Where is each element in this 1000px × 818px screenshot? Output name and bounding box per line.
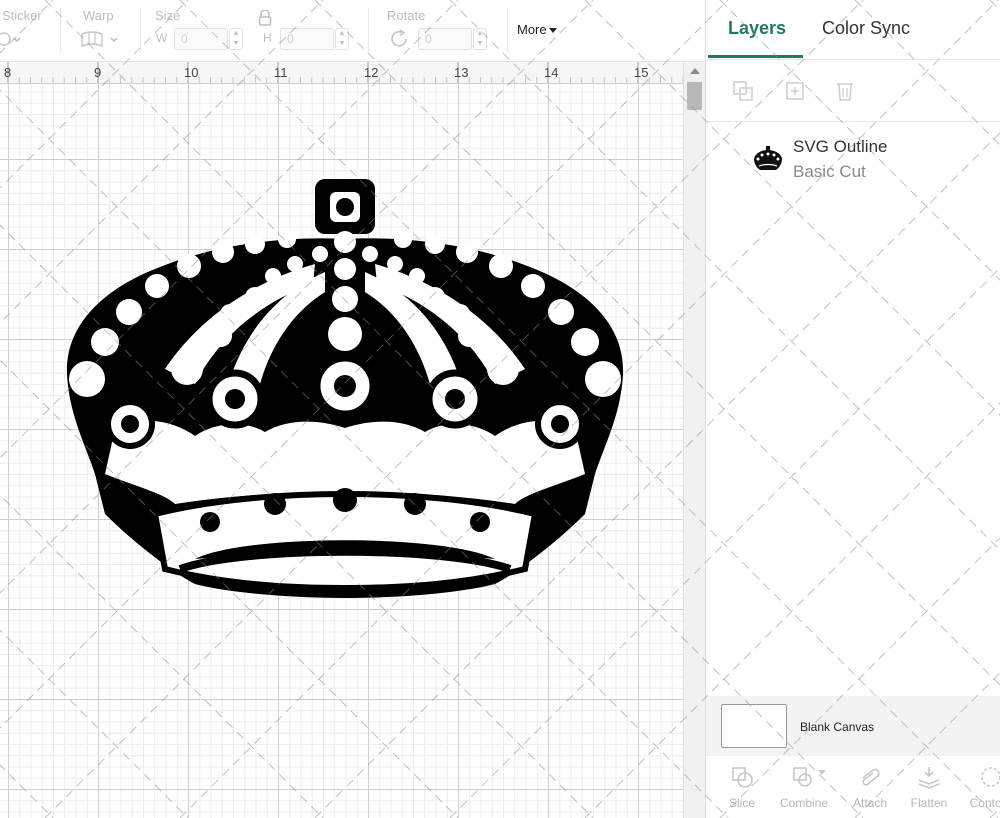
ruler-number: 13 [454, 65, 469, 80]
lock-icon[interactable] [258, 10, 272, 26]
trash-icon[interactable] [832, 78, 858, 104]
combine-icon [793, 767, 812, 787]
design-canvas[interactable] [0, 84, 683, 818]
layer-actions-bar [706, 60, 1000, 122]
scroll-thumb[interactable] [687, 82, 702, 110]
scroll-up-arrow-icon[interactable] [690, 68, 700, 74]
tab-layers[interactable]: Layers [728, 18, 786, 39]
flatten-icon [918, 767, 940, 789]
warp-icon[interactable] [80, 30, 122, 50]
crown-thumbnail-icon [754, 146, 782, 170]
layer-name: SVG Outline [793, 137, 888, 156]
slice-icon [732, 767, 753, 788]
crown-design[interactable] [45, 174, 645, 624]
height-prefix: H [263, 31, 272, 45]
width-stepper[interactable]: ▲ ▼ [229, 28, 243, 50]
rotate-input[interactable]: 0 [418, 28, 472, 50]
sticker-group: Sticker [0, 0, 60, 62]
width-input[interactable]: 0 [174, 28, 228, 50]
edit-toolbar: Sticker Warp Size W 0 ▲▼ H 0 ▲▼ Rotate [0, 0, 705, 62]
tab-color-sync[interactable]: Color Sync [822, 18, 910, 39]
layer-operation-type[interactable]: Basic Cut [793, 162, 866, 182]
canvas-color-swatch[interactable] [721, 704, 787, 748]
ruler-ticks [7, 62, 683, 83]
ruler-number: 11 [274, 65, 288, 80]
toolbar-divider [140, 8, 141, 52]
contour-label: Contour [969, 796, 1000, 810]
ruler-number: 10 [184, 65, 199, 80]
more-button[interactable]: More [517, 22, 557, 37]
layers-panel: Layers Color Sync SVG Outline Basic Cut … [705, 0, 1000, 818]
ruler-number: 14 [544, 65, 559, 80]
flatten-label: Flatten [910, 796, 948, 810]
blank-canvas-label: Blank Canvas [800, 720, 875, 734]
layer-item[interactable]: SVG Outline Basic Cut [706, 130, 1000, 186]
height-input[interactable]: 0 [280, 28, 334, 50]
more-label: More [517, 22, 547, 37]
horizontal-ruler: 8 9 10 11 12 13 14 15 [0, 62, 683, 84]
duplicate-icon[interactable] [782, 78, 808, 104]
caret-down-icon [548, 28, 557, 34]
height-stepper[interactable]: ▲ ▼ [335, 28, 349, 50]
group-icon[interactable] [730, 78, 756, 104]
combine-button[interactable]: Combine [774, 756, 834, 818]
attach-button[interactable]: Attach [840, 756, 900, 818]
layer-tools: Slice Combine Attach Flatten Conto [706, 756, 1000, 818]
toolbar-divider [368, 8, 369, 52]
rotate-stepper[interactable]: ▲ ▼ [473, 28, 487, 50]
active-tab-indicator [708, 55, 803, 58]
contour-button[interactable]: Contour [961, 756, 1000, 818]
toolbar-divider [60, 8, 61, 52]
ruler-number: 8 [4, 65, 12, 80]
attach-label: Attach [852, 796, 888, 810]
toolbar-divider [507, 8, 508, 52]
ruler-number: 15 [634, 65, 649, 80]
slice-button[interactable]: Slice [712, 756, 772, 818]
flatten-button[interactable]: Flatten [899, 756, 959, 818]
combine-label: Combine [779, 796, 829, 810]
sticker-label: Sticker [2, 8, 42, 23]
slice-label: Slice [728, 796, 755, 810]
chevron-down-icon [818, 770, 826, 775]
paperclip-icon [862, 768, 880, 786]
size-group: Size W 0 ▲ ▼ H 0 ▲ ▼ [142, 0, 362, 62]
width-prefix: W [156, 31, 168, 45]
warp-group: Warp [62, 0, 140, 62]
sticker-icon[interactable] [0, 30, 22, 48]
blank-canvas-row[interactable]: Blank Canvas [706, 696, 1000, 756]
rotate-group: Rotate 0 ▲ ▼ [370, 0, 500, 62]
panel-tabs: Layers Color Sync [706, 0, 1000, 60]
warp-label: Warp [83, 8, 114, 23]
contour-icon [981, 767, 1000, 787]
size-label: Size [155, 8, 181, 23]
rotate-label: Rotate [387, 8, 426, 23]
rotate-icon[interactable] [388, 28, 410, 50]
vertical-scrollbar[interactable] [683, 62, 705, 818]
ruler-number: 9 [94, 65, 102, 80]
ruler-number: 12 [364, 65, 379, 80]
